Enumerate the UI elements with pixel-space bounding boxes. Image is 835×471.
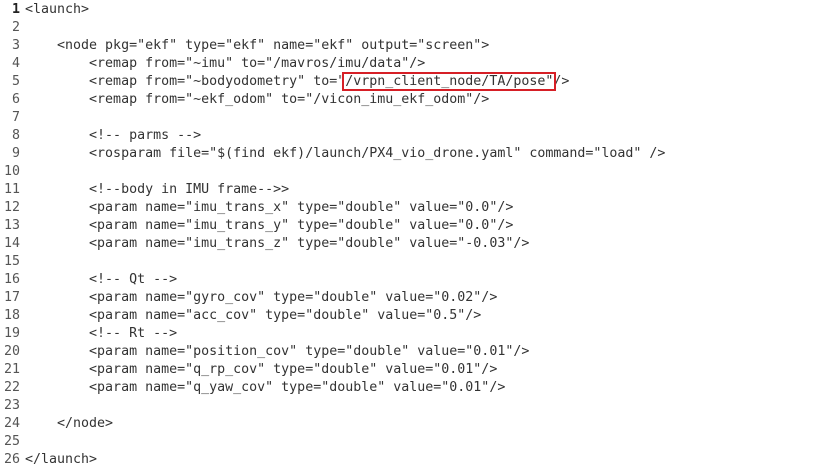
code-line[interactable]: 4 <remap from="~imu" to="/mavros/imu/dat…: [0, 55, 835, 73]
code-text: <param name="imu_trans_x" type="double" …: [25, 200, 514, 215]
line-number: 4: [11, 56, 20, 71]
line-number: 22: [3, 380, 20, 395]
line-code[interactable]: <rosparam file="$(find ekf)/launch/PX4_v…: [25, 145, 665, 163]
line-number: 13: [3, 218, 20, 233]
line-code[interactable]: <param name="q_rp_cov" type="double" val…: [25, 361, 497, 379]
line-code[interactable]: <launch>: [25, 1, 89, 19]
code-line[interactable]: 21 <param name="q_rp_cov" type="double" …: [0, 361, 835, 379]
code-line[interactable]: 10: [0, 163, 835, 181]
code-line[interactable]: 3 <node pkg="ekf" type="ekf" name="ekf" …: [0, 37, 835, 55]
line-code[interactable]: <param name="position_cov" type="double"…: [25, 343, 529, 361]
code-text: <!-- parms -->: [25, 128, 202, 143]
code-text: <rosparam file="$(find ekf)/launch/PX4_v…: [25, 146, 666, 161]
line-number: 25: [3, 434, 20, 449]
code-text: <!--body in IMU frame-->>: [25, 182, 290, 197]
code-text: <!-- Qt -->: [25, 272, 178, 287]
line-code[interactable]: <!--body in IMU frame-->>: [25, 181, 289, 199]
code-line[interactable]: 22 <param name="q_yaw_cov" type="double"…: [0, 379, 835, 397]
code-text: <param name="q_rp_cov" type="double" val…: [25, 362, 498, 377]
code-text: <param name="imu_trans_y" type="double" …: [25, 218, 514, 233]
line-number: 24: [3, 416, 20, 431]
code-line[interactable]: 11 <!--body in IMU frame-->>: [0, 181, 835, 199]
line-code[interactable]: <!-- parms -->: [25, 127, 201, 145]
line-code[interactable]: <remap from="~bodyodometry" to="/vrpn_cl…: [25, 72, 570, 91]
line-number: 1: [11, 2, 20, 17]
code-line[interactable]: 20 <param name="position_cov" type="doub…: [0, 343, 835, 361]
code-text: />: [553, 74, 570, 89]
line-number: 17: [3, 290, 20, 305]
code-line[interactable]: 13 <param name="imu_trans_y" type="doubl…: [0, 217, 835, 235]
line-number: 10: [3, 164, 20, 179]
code-line[interactable]: 5 <remap from="~bodyodometry" to="/vrpn_…: [0, 72, 835, 91]
line-code[interactable]: </launch>: [25, 451, 97, 469]
code-line[interactable]: 17 <param name="gyro_cov" type="double" …: [0, 289, 835, 307]
line-number: 3: [11, 38, 20, 53]
code-text: <param name="q_yaw_cov" type="double" va…: [25, 380, 506, 395]
code-editor[interactable]: 1 <launch> 2 3 <node pkg="ekf" type="ekf" n…: [0, 0, 835, 471]
line-code[interactable]: <remap from="~imu" to="/mavros/imu/data"…: [25, 55, 425, 73]
line-code[interactable]: <param name="gyro_cov" type="double" val…: [25, 289, 497, 307]
line-number: 20: [3, 344, 20, 359]
code-text: <param name="position_cov" type="double"…: [25, 344, 530, 359]
code-text: <param name="imu_trans_z" type="double" …: [25, 236, 530, 251]
line-number: 12: [3, 200, 20, 215]
line-number: 15: [3, 254, 20, 269]
code-text: </node>: [25, 416, 114, 431]
line-number: 16: [3, 272, 20, 287]
line-number: 11: [3, 182, 20, 197]
line-number: 2: [11, 20, 20, 35]
code-text: <remap from="~imu" to="/mavros/imu/data"…: [25, 56, 426, 71]
line-code[interactable]: <param name="q_yaw_cov" type="double" va…: [25, 379, 505, 397]
code-line[interactable]: 15: [0, 253, 835, 271]
code-line[interactable]: 16 <!-- Qt -->: [0, 271, 835, 289]
code-text: <launch>: [25, 2, 90, 17]
line-number: 26: [3, 452, 20, 467]
code-line[interactable]: 26 </launch>: [0, 451, 835, 469]
line-number: 9: [11, 146, 20, 161]
line-number: 8: [11, 128, 20, 143]
code-line[interactable]: 18 <param name="acc_cov" type="double" v…: [0, 307, 835, 325]
line-code[interactable]: <param name="acc_cov" type="double" valu…: [25, 307, 481, 325]
code-line[interactable]: 9 <rosparam file="$(find ekf)/launch/PX4…: [0, 145, 835, 163]
code-line[interactable]: 24 </node>: [0, 415, 835, 433]
line-number: 21: [3, 362, 20, 377]
code-line[interactable]: 8 <!-- parms -->: [0, 127, 835, 145]
code-line[interactable]: 6 <remap from="~ekf_odom" to="/vicon_imu…: [0, 91, 835, 109]
line-code[interactable]: <param name="imu_trans_z" type="double" …: [25, 235, 529, 253]
code-text: <param name="acc_cov" type="double" valu…: [25, 308, 482, 323]
line-code[interactable]: <node pkg="ekf" type="ekf" name="ekf" ou…: [25, 37, 489, 55]
code-line[interactable]: 23: [0, 397, 835, 415]
line-number: 6: [11, 92, 20, 107]
code-line[interactable]: 14 <param name="imu_trans_z" type="doubl…: [0, 235, 835, 253]
code-line[interactable]: 25: [0, 433, 835, 451]
code-text: </launch>: [25, 452, 98, 467]
line-number: 19: [3, 326, 20, 341]
code-line[interactable]: 1 <launch>: [0, 1, 835, 19]
code-text: <!-- Rt -->: [25, 326, 178, 341]
line-code[interactable]: <param name="imu_trans_x" type="double" …: [25, 199, 513, 217]
code-line[interactable]: 12 <param name="imu_trans_x" type="doubl…: [0, 199, 835, 217]
line-code[interactable]: <!-- Rt -->: [25, 325, 177, 343]
code-text: <param name="gyro_cov" type="double" val…: [25, 290, 498, 305]
highlighted-topic-text: /vrpn_client_node/TA/pose": [342, 72, 557, 91]
line-number: 7: [11, 110, 20, 125]
line-number: 18: [3, 308, 20, 323]
code-line[interactable]: 7: [0, 109, 835, 127]
code-text: <node pkg="ekf" type="ekf" name="ekf" ou…: [25, 38, 490, 53]
code-text: <remap from="~bodyodometry" to=": [25, 74, 346, 89]
code-lines[interactable]: 1 <launch> 2 3 <node pkg="ekf" type="ekf" n…: [0, 1, 835, 469]
code-line[interactable]: 2: [0, 19, 835, 37]
code-line[interactable]: 19 <!-- Rt -->: [0, 325, 835, 343]
line-number: 14: [3, 236, 20, 251]
line-number: 23: [3, 398, 20, 413]
line-code[interactable]: <!-- Qt -->: [25, 271, 177, 289]
line-number: 5: [11, 74, 20, 89]
line-code[interactable]: </node>: [25, 415, 113, 433]
line-code[interactable]: <remap from="~ekf_odom" to="/vicon_imu_e…: [25, 91, 489, 109]
code-text: <remap from="~ekf_odom" to="/vicon_imu_e…: [25, 92, 490, 107]
line-code[interactable]: <param name="imu_trans_y" type="double" …: [25, 217, 513, 235]
